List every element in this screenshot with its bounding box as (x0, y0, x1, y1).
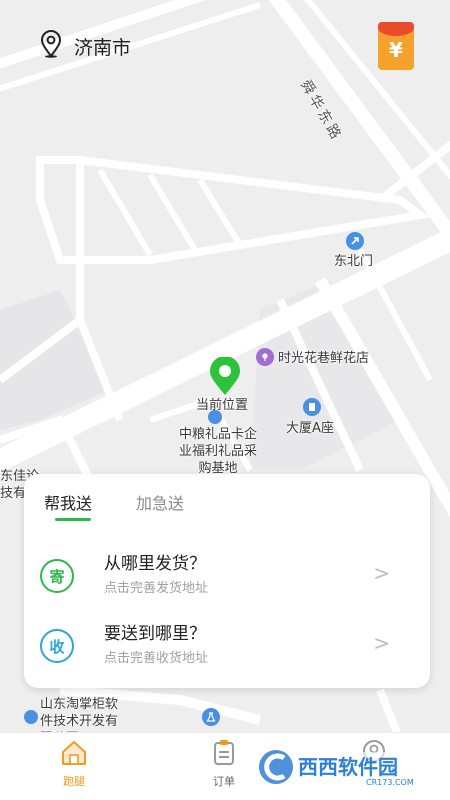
send-badge-icon: 寄 (40, 559, 74, 593)
poi-pin-icon (208, 410, 222, 424)
location-pin-icon (40, 30, 62, 62)
site-watermark: 西西软件园 CR173.COM (256, 744, 436, 790)
poi-flower-shop[interactable]: 时光花巷鲜花店 (278, 351, 369, 366)
pickup-title: 从哪里发货？ (104, 554, 206, 574)
order-list-icon (209, 740, 239, 771)
lab-icon (202, 708, 220, 726)
city-name: 济南市 (74, 36, 132, 59)
red-packet-icon (378, 22, 414, 36)
current-location-pin-icon (207, 356, 243, 401)
poi-north-gate[interactable]: 东北门 (334, 254, 373, 269)
house-icon (59, 741, 89, 771)
active-tab-indicator (55, 518, 91, 521)
tab-orders[interactable]: 订单 (194, 739, 254, 789)
watermark-logo-icon: 西西软件园 CR173.COM (259, 750, 430, 787)
delivery-panel: 帮我送 加急送 寄 从哪里发货？ 点击完善发货地址 > 收 要送到哪里？ 点击完… (24, 474, 430, 688)
delivery-title: 要送到哪里？ (104, 624, 206, 644)
flower-icon (256, 348, 274, 366)
poi-software-co[interactable]: 山东淘掌柜软件技术开发有限公司 (40, 696, 120, 734)
delivery-subtitle: 点击完善收货地址 (104, 651, 209, 666)
tab-errand[interactable]: 跑腿 (44, 739, 104, 789)
tab-errand-label: 跑腿 (63, 775, 85, 788)
poi-pin-icon (24, 710, 38, 724)
poi-left-cut-bottom: 技有 (0, 486, 27, 501)
red-packet-button[interactable]: ¥ (378, 22, 414, 70)
chevron-right-icon: > (373, 631, 390, 655)
city-selector[interactable]: 济南市 (40, 30, 131, 62)
receive-badge-icon: 收 (40, 629, 74, 663)
gate-icon (346, 232, 364, 250)
watermark-domain: CR173.COM (366, 778, 414, 787)
current-location-label: 当前位置 (196, 398, 249, 413)
delivery-address-row[interactable]: 收 要送到哪里？ 点击完善收货地址 > (24, 619, 430, 679)
building-icon (303, 398, 321, 416)
tab-urgent-deliver[interactable]: 加急送 (136, 490, 184, 514)
poi-gift-base[interactable]: 中粮礼品卡企业福利礼品采购基地 (178, 426, 258, 477)
watermark-logo-text: 西西软件园 (298, 755, 398, 779)
pickup-subtitle: 点击完善发货地址 (104, 581, 209, 596)
yen-symbol: ¥ (389, 38, 403, 62)
tab-help-deliver[interactable]: 帮我送 (44, 490, 92, 514)
poi-building-a[interactable]: 大厦A座 (286, 421, 334, 436)
tab-orders-label: 订单 (213, 775, 235, 788)
chevron-right-icon: > (373, 561, 390, 585)
pickup-address-row[interactable]: 寄 从哪里发货？ 点击完善发货地址 > (24, 549, 430, 609)
